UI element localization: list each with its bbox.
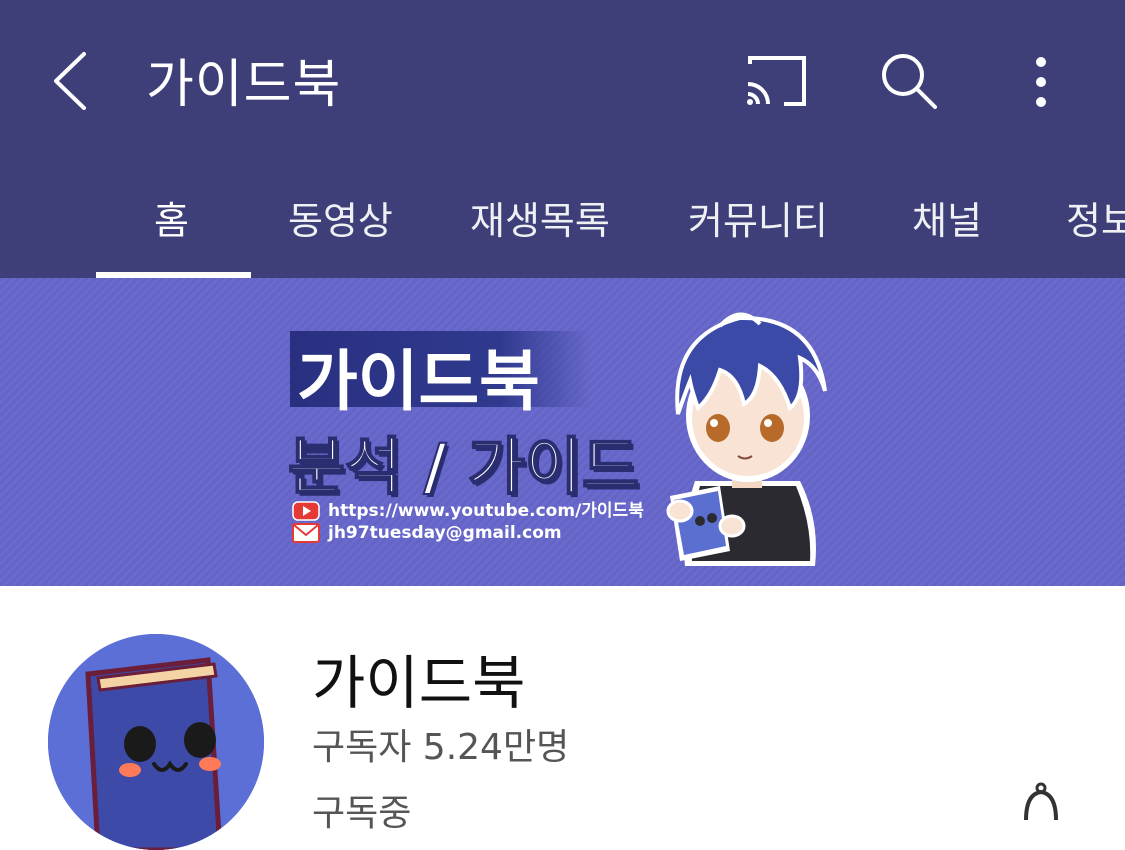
cast-button[interactable] xyxy=(744,54,810,110)
cast-icon xyxy=(747,56,806,106)
bell-icon xyxy=(1024,782,1058,821)
app-title: 가이드북 xyxy=(146,55,342,115)
banner-title: 가이드북 xyxy=(297,343,540,420)
channel-avatar[interactable] xyxy=(48,634,264,850)
book-mascot-icon xyxy=(48,634,264,850)
back-button[interactable] xyxy=(44,48,104,114)
tab-community[interactable]: 커뮤니티 xyxy=(688,190,828,245)
mail-icon xyxy=(292,523,320,543)
character-illustration xyxy=(666,312,827,566)
notification-bell-button[interactable] xyxy=(1018,780,1064,821)
more-options-button[interactable] xyxy=(1020,52,1062,112)
tab-playlists[interactable]: 재생목록 xyxy=(470,190,610,245)
subscribed-status[interactable]: 구독중 xyxy=(312,784,411,836)
more-vert-icon xyxy=(1036,57,1046,107)
banner-youtube-url: https://www.youtube.com/가이드북 xyxy=(328,501,644,521)
channel-tabs: 홈 동영상 재생목록 커뮤니티 채널 정보 xyxy=(0,160,1125,278)
banner-youtube-line: https://www.youtube.com/가이드북 xyxy=(292,496,644,521)
banner-subtitle: 분석 / 가이드 xyxy=(287,429,640,504)
search-button[interactable] xyxy=(878,50,940,112)
back-arrow-icon xyxy=(54,52,86,110)
channel-banner: 가이드북 분석 / 가이드 https://www.youtube.com/가이… xyxy=(0,278,1125,586)
tab-about[interactable]: 정보 xyxy=(1066,190,1125,245)
banner-email-line: jh97tuesday@gmail.com xyxy=(292,523,562,543)
youtube-icon xyxy=(292,501,320,521)
tab-channels[interactable]: 채널 xyxy=(912,190,982,245)
subscriber-count: 구독자 5.24만명 xyxy=(312,727,570,768)
search-icon xyxy=(882,54,937,109)
channel-name: 가이드북 xyxy=(312,649,526,717)
tab-home[interactable]: 홈 xyxy=(154,190,189,245)
banner-email: jh97tuesday@gmail.com xyxy=(328,523,562,543)
tab-videos[interactable]: 동영상 xyxy=(288,190,393,245)
